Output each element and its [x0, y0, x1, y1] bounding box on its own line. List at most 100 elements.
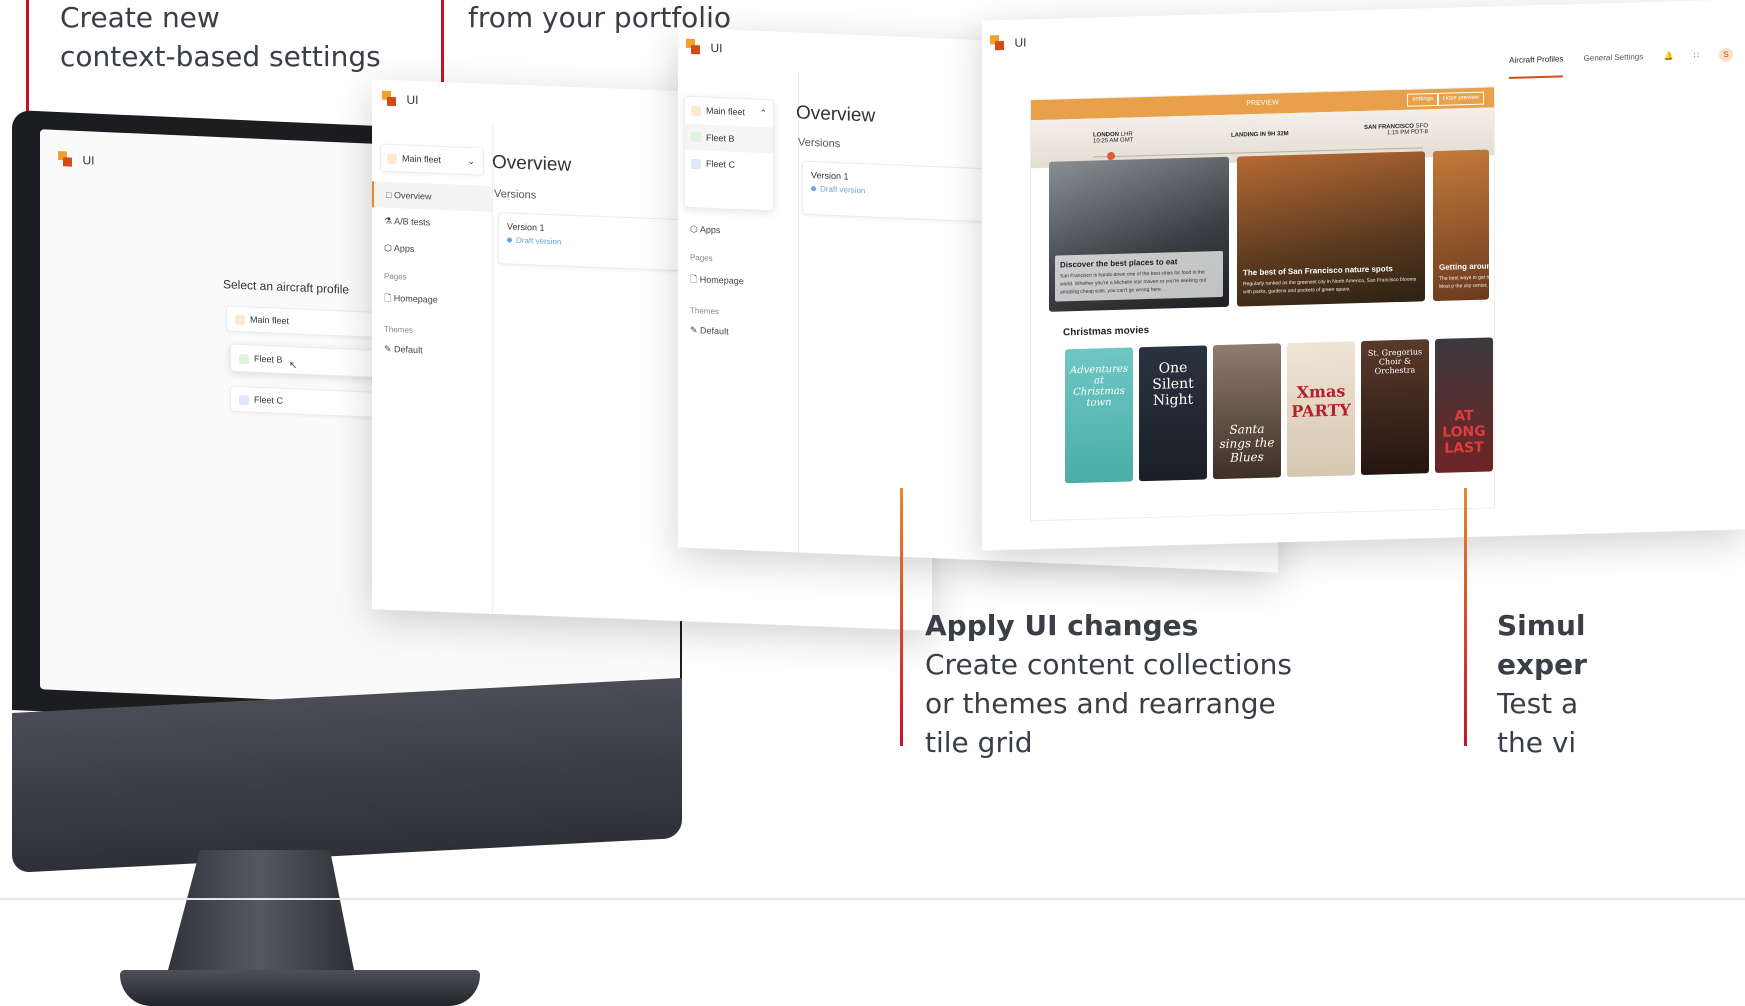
movie-poster[interactable]: One Silent Night — [1139, 345, 1207, 482]
tile-caption: The best of San Francisco nature spots R… — [1243, 263, 1419, 296]
dest-tz: PDT-8 — [1410, 129, 1428, 136]
versions-heading: Versions — [798, 136, 841, 151]
monitor-chin — [12, 677, 682, 873]
bottom-rule — [0, 898, 1745, 900]
fleet-dropdown-label: Main fleet — [706, 105, 746, 118]
bell-icon[interactable]: 🔔 — [1663, 51, 1673, 60]
poster-title: Adventures at Christmas town — [1070, 363, 1128, 409]
tile-nature-spots[interactable]: The best of San Francisco nature spots R… — [1237, 151, 1425, 307]
app-logo-icon — [58, 150, 72, 168]
dest-time: 1:15 PM — [1386, 129, 1410, 137]
callout-apply-title: Apply UI changes — [925, 609, 1199, 642]
movie-poster[interactable]: St. Gregorius Choir & Orchestra — [1361, 339, 1429, 476]
fleet-selector[interactable]: Main fleet ⌄ — [380, 143, 484, 176]
preview-panel: UI Aircraft Profiles General Settings 🔔 … — [982, 0, 1745, 551]
plane-icon — [691, 132, 701, 143]
sidebar: Main fleet ⌃ Fleet B Fleet C ⬡ Apps Page… — [678, 67, 799, 553]
version-status-label: Draft version — [516, 235, 562, 247]
status-dot-icon — [507, 237, 512, 244]
flight-status: LANDING IN 9H 32M — [1231, 131, 1289, 139]
callout-simulate-line1: Test a — [1497, 687, 1579, 720]
fleet-dropdown[interactable]: Main fleet ⌃ Fleet B Fleet C — [684, 95, 774, 212]
origin-tz: GMT — [1120, 137, 1134, 144]
movie-poster[interactable]: Xmas PARTY — [1287, 341, 1355, 478]
tile-caption: Getting around The best ways to get tran… — [1439, 260, 1489, 291]
poster-title: Santa sings the Blues — [1219, 421, 1275, 465]
app-header: UI — [990, 33, 1026, 52]
plane-icon — [691, 158, 701, 170]
chevron-up-icon: ⌃ — [759, 107, 767, 119]
apps-grid-icon[interactable]: ∷ — [1694, 51, 1699, 60]
app-logo-icon — [990, 34, 1004, 51]
plane-icon — [387, 153, 397, 164]
callout-apply-line3: tile grid — [925, 726, 1033, 759]
fleet-option-label: Fleet C — [706, 158, 736, 171]
tile-description: Regularly ranked as the greenest city in… — [1243, 276, 1417, 296]
callout-settings-line2: context-based settings — [60, 40, 381, 73]
app-logo-icon — [382, 90, 396, 107]
plane-icon — [239, 353, 249, 364]
tab-general-settings[interactable]: General Settings — [1584, 52, 1644, 63]
app-header: UI — [686, 38, 722, 58]
status-dot-icon — [811, 186, 816, 192]
movie-poster[interactable]: Santa sings the Blues — [1213, 343, 1281, 480]
app-title: UI — [710, 40, 723, 56]
tile-caption: Discover the best places to eat San Fran… — [1055, 250, 1223, 302]
sidebar: Main fleet ⌄ □ Overview ⚗ A/B tests ⬡ Ap… — [372, 119, 493, 614]
tile-getting-around[interactable]: Getting around The best ways to get tran… — [1433, 149, 1489, 302]
movie-poster[interactable]: Adventures at Christmas town — [1065, 347, 1133, 484]
callout-line-apply — [900, 488, 903, 746]
callout-apply-line2: or themes and rearrange — [925, 687, 1276, 720]
callout-settings: Create new context-based settings — [60, 0, 381, 76]
preview-label: PREVIEW — [1246, 99, 1279, 108]
fleet-option-label: Fleet B — [706, 132, 735, 144]
poster-title: AT LONG LAST — [1442, 407, 1486, 457]
app-header: UI — [382, 90, 418, 109]
sidebar-item-label: Overview — [393, 190, 432, 202]
cursor-icon: ↖ — [289, 360, 298, 372]
fleet-option-c[interactable]: Fleet C — [685, 150, 773, 180]
tile-title: Getting around — [1439, 261, 1489, 272]
profile-label: Fleet B — [254, 353, 283, 365]
sidebar-item-default-theme[interactable]: ✎ Default — [372, 335, 492, 367]
monitor-base — [120, 970, 480, 1006]
flight-destination: SAN FRANCISCO SFO 1:15 PM PDT-8 — [1364, 123, 1428, 137]
sidebar-item-default-theme[interactable]: ✎ Default — [678, 316, 798, 348]
tile-description: San Francisco is hands-down one of the b… — [1060, 269, 1207, 296]
tile-row: Discover the best places to eat San Fran… — [1049, 149, 1489, 312]
plane-icon — [691, 105, 701, 117]
sidebar-item-label: Default — [700, 325, 729, 337]
poster-title: One Silent Night — [1152, 359, 1194, 409]
versions-heading: Versions — [494, 187, 537, 202]
close-preview-button[interactable]: close preview — [1437, 91, 1484, 106]
chevron-down-icon: ⌄ — [467, 155, 475, 167]
fleet-option-b[interactable]: Fleet B — [685, 123, 773, 154]
origin-time: 10:25 AM — [1093, 137, 1119, 145]
poster-title: Xmas PARTY — [1291, 381, 1351, 422]
app-header: UI — [58, 150, 94, 170]
fleet-dropdown-selected[interactable]: Main fleet ⌃ — [685, 97, 773, 127]
callout-simulate-line2: the vi — [1497, 726, 1577, 759]
profile-heading: Select an aircraft profile — [223, 277, 350, 297]
sidebar-item-homepage[interactable]: 🗋 Homepage — [678, 263, 798, 300]
profile-label: Fleet C — [254, 394, 284, 406]
page-title: Overview — [796, 102, 876, 127]
tile-title: Discover the best places to eat — [1060, 257, 1178, 270]
callout-apply-line1: Create content collections — [925, 648, 1292, 681]
plane-icon — [239, 394, 249, 405]
settings-button[interactable]: settings — [1407, 92, 1438, 107]
tab-aircraft-profiles[interactable]: Aircraft Profiles — [1509, 54, 1564, 79]
app-title: UI — [1014, 35, 1027, 50]
callout-apply: Apply UI changes Create content collecti… — [925, 606, 1292, 762]
sidebar-item-label: Homepage — [393, 293, 438, 305]
top-nav: Aircraft Profiles General Settings 🔔 ∷ S — [1491, 47, 1733, 79]
profile-label: Main fleet — [250, 314, 290, 327]
sidebar-item-homepage[interactable]: 🗋 Homepage — [372, 282, 492, 319]
fleet-selector-label: Main fleet — [402, 153, 442, 165]
app-title: UI — [406, 92, 419, 107]
movie-poster[interactable]: AT LONG LAST — [1435, 337, 1493, 474]
tile-places-to-eat[interactable]: Discover the best places to eat San Fran… — [1049, 156, 1229, 312]
sidebar-item-label: Apps — [699, 224, 721, 236]
avatar[interactable]: S — [1719, 47, 1733, 63]
page-title: Overview — [492, 151, 572, 176]
